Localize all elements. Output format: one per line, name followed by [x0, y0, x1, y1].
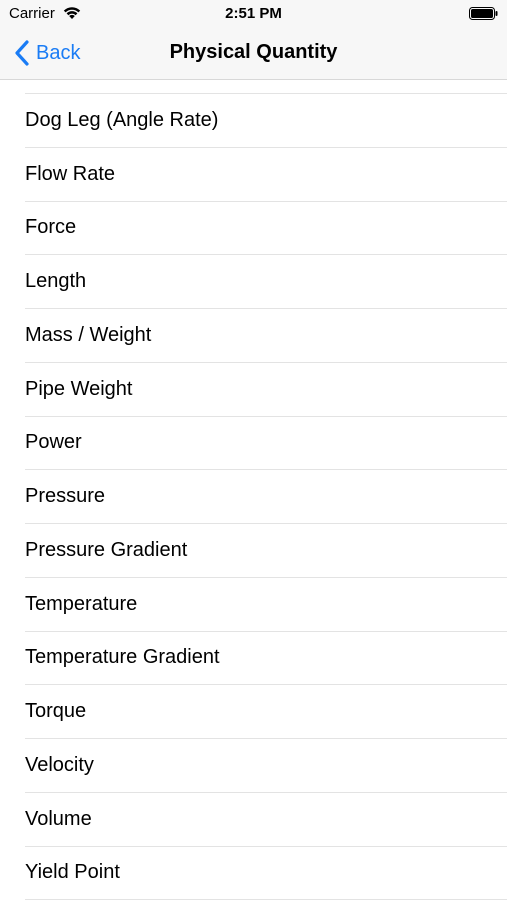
screen: Carrier 2:51 PM Back Physical Quantity D… [0, 0, 507, 900]
list-item[interactable]: Volume [25, 793, 507, 847]
status-time: 2:51 PM [225, 5, 282, 22]
list-item[interactable]: Torque [25, 685, 507, 739]
list-item[interactable]: Pressure Gradient [25, 524, 507, 578]
list-item[interactable]: Length [25, 255, 507, 309]
page-title: Physical Quantity [169, 41, 338, 63]
list-item[interactable]: Velocity [25, 739, 507, 793]
list-item[interactable]: Flow Rate [25, 148, 507, 202]
quantity-rows: Dog Leg (Angle Rate) Flow Rate Force Len… [0, 94, 507, 900]
list-item[interactable]: Power [25, 417, 507, 471]
list-item[interactable]: Pressure [25, 470, 507, 524]
list-item[interactable]: Yield Point [25, 847, 507, 900]
list-item[interactable]: Mass / Weight [25, 309, 507, 363]
list-item[interactable]: Pipe Weight [25, 363, 507, 417]
battery-icon [469, 7, 498, 20]
status-bar: Carrier 2:51 PM [0, 0, 507, 28]
list-item[interactable]: Force [25, 202, 507, 256]
list-item[interactable]: Temperature [25, 578, 507, 632]
list-item[interactable]: Dog Leg (Angle Rate) [25, 94, 507, 148]
navigation-bar: Back Physical Quantity [0, 28, 507, 80]
list-item[interactable]: Temperature Gradient [25, 632, 507, 686]
